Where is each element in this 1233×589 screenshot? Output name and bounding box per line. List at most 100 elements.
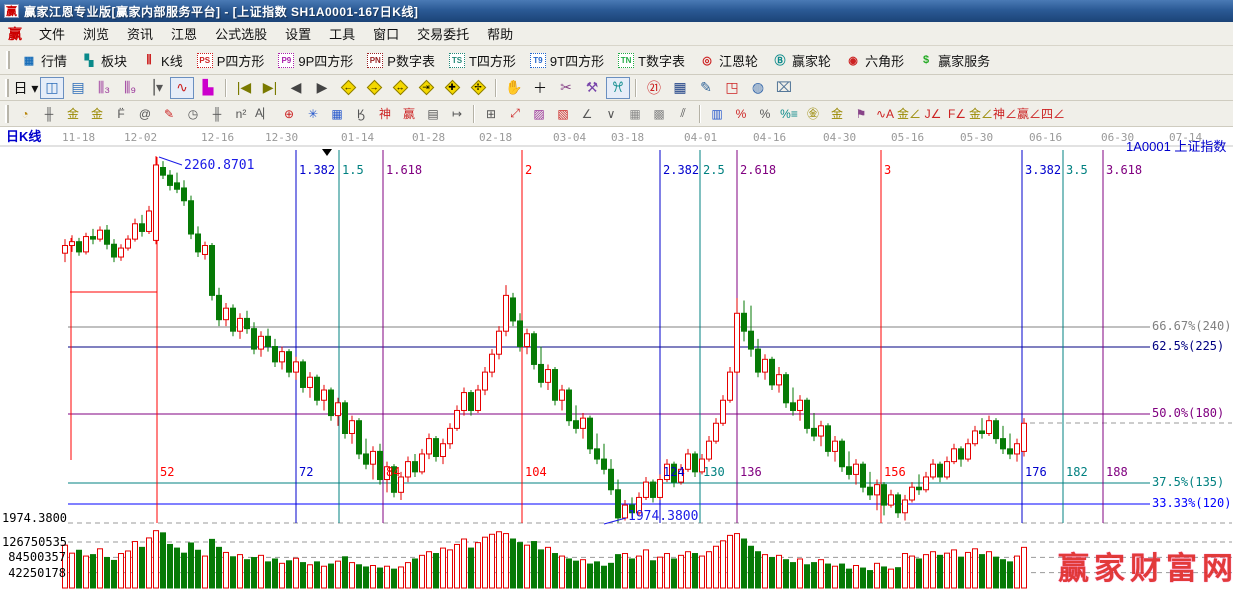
toolbar-button-pct-plain[interactable]: % [754,104,776,124]
toolbar-button-pin-box[interactable]: ⊞ [480,104,502,124]
toolbar-button-workstation[interactable]: ⌧ [772,77,796,99]
toolbar-button-expand-horizontal[interactable]: ↔ [388,77,412,99]
toolbar-button-notes[interactable]: ✎ [694,77,718,99]
toolbar-button-zoom-in-cross[interactable]: ✚ [440,77,464,99]
toolbar-button-gold-angle-1[interactable]: 金∠ [898,104,920,124]
toolbar-button-fence-1[interactable]: ╫ [38,104,60,124]
toolbar-button-next-bar[interactable]: ▶ [310,77,334,99]
toolbar-button-hexagon[interactable]: ◉六角形 [838,49,911,72]
toolbar-button-red-fan[interactable]: ⤢ [504,104,526,124]
candlestick-chart[interactable] [0,127,1233,589]
toolbar-button-pct-red[interactable]: % [730,104,752,124]
toolbar-button-blue-star[interactable]: ✳ [302,104,324,124]
toolbar-button-save[interactable]: ◳ [720,77,744,99]
toolbar-button-candle-style-dropdown[interactable]: ⎥▾ [144,77,168,99]
toolbar-button-red-target[interactable]: ⊕ [278,104,300,124]
toolbar-button-prev-bar[interactable]: ◀ [284,77,308,99]
toolbar-button-time-clock[interactable]: ◷ [182,104,204,124]
kline-chart-area[interactable]: 赢家财富网 11-1812-0212-1612-3001-1401-2802-1… [0,127,1233,589]
toolbar-button-pct-levels[interactable]: %≡ [778,104,800,124]
toolbar-button-9t-square[interactable]: T99T四方形 [523,49,611,72]
toolbar-button-zigzag-tool[interactable]: ∿ [170,77,194,99]
toolbar-button-k-quote[interactable]: Ӄ [350,104,372,124]
toolbar-grip[interactable] [6,51,10,69]
toolbar-button-gold-levels[interactable]: 金 [826,104,848,124]
toolbar-button-spiral[interactable]: @ [134,104,156,124]
toolbar-button-crosshair[interactable]: ＋ [528,77,552,99]
toolbar-button-grid-b[interactable]: ▩ [648,104,670,124]
window-menu-icon[interactable]: 赢 [4,24,30,44]
toolbar-button-span-arrows[interactable]: ↦ [446,104,468,124]
toolbar-button-gold-circle[interactable]: ㊎ [802,104,824,124]
toolbar-button-bars-9[interactable]: ⫼₉ [118,77,142,99]
toolbar-button-shen-tool[interactable]: 神 [374,104,396,124]
toolbar-button-a-line[interactable]: A⎸ [254,104,276,124]
toolbar-button-si-angle[interactable]: 四∠ [1042,104,1064,124]
toolbar-button-ying-angle[interactable]: 赢∠ [1018,104,1040,124]
toolbar-button-flag-pen[interactable]: ⚑ [850,104,872,124]
toolbar-button-p-square[interactable]: PSP四方形 [190,49,272,72]
toolbar-button-last-bar[interactable]: ▶| [258,77,282,99]
toolbar-button-gold-angle-2[interactable]: 金∠ [970,104,992,124]
toolbar-button-t-square[interactable]: TST四方形 [442,49,523,72]
toolbar-button-drawing-kit[interactable]: ⚒ [580,77,604,99]
menu-item-1[interactable]: 文件 [30,22,74,45]
toolbar-button-9p-square[interactable]: P99P四方形 [271,49,360,72]
toolbar-grip[interactable] [5,79,9,97]
toolbar-button-calculator[interactable]: ▦ [668,77,692,99]
toolbar-button-info-panel[interactable]: ▤ [66,77,90,99]
toolbar-button-f-fence[interactable]: F̈ [110,104,132,124]
toolbar-button-angle-lines[interactable]: ∠ [576,104,598,124]
menu-item-6[interactable]: 设置 [276,22,320,45]
toolbar-button-shift-left[interactable]: ← [336,77,360,99]
toolbar-button-zoom-out-cross[interactable]: ✢ [466,77,490,99]
toolbar-button-calendar[interactable]: ㉑ [642,77,666,99]
toolbar-button-quotes[interactable]: ▦行情 [14,49,74,72]
toolbar-button-ruler-123[interactable]: ▤ [422,104,444,124]
toolbar-button-v-lines[interactable]: ∨ [600,104,622,124]
toolbar-button-blue-grid[interactable]: ▦ [326,104,348,124]
toolbar-button-shen-angle[interactable]: 神∠ [994,104,1016,124]
toolbar-button-hand-drag[interactable]: ✋ [502,77,526,99]
toolbar-button-compress-horizontal[interactable]: ⇥ [414,77,438,99]
toolbar-button-gold-fence-2[interactable]: 金 [86,104,108,124]
toolbar-button-scale-bars[interactable]: ▥ [706,104,728,124]
toolbar-button-analysis-brain[interactable]: ꕮ [606,77,630,99]
toolbar-button-fence-2[interactable]: ╫ [206,104,228,124]
menu-item-4[interactable]: 江恩 [162,22,206,45]
toolbar-button-bars-3[interactable]: ⫼₃ [92,77,116,99]
toolbar-button-red-box[interactable]: ▧ [552,104,574,124]
toolbar-button-winner-service[interactable]: $赢家服务 [911,49,997,72]
menu-item-9[interactable]: 交易委托 [408,22,478,45]
menu-item-7[interactable]: 工具 [320,22,364,45]
toolbar-button-color-histogram[interactable]: ▙ [196,77,220,99]
toolbar-button-hatch[interactable]: ⫽ [672,104,694,124]
toolbar-button-purple-box[interactable]: ▨ [528,104,550,124]
menu-item-3[interactable]: 资讯 [118,22,162,45]
toolbar-grip[interactable] [5,105,9,123]
toolbar-button-network-data[interactable]: ◍ [746,77,770,99]
toolbar-button-t-number-table[interactable]: TNT数字表 [611,49,692,72]
toolbar-button-grid-a[interactable]: ▦ [624,104,646,124]
toolbar-button-winner-wheel[interactable]: Ⓑ赢家轮 [765,49,838,72]
toolbar-button-gold-fence-1[interactable]: 金 [62,104,84,124]
toolbar-button-p-number-table[interactable]: PNP数字表 [360,49,442,72]
menu-item-5[interactable]: 公式选股 [206,22,276,45]
toolbar-button-gann-wheel[interactable]: ◎江恩轮 [692,49,765,72]
toolbar-button-j-angle[interactable]: J∠ [922,104,944,124]
toolbar-button-measure[interactable]: ✂ [554,77,578,99]
toolbar-button-compass[interactable]: ◔ [14,104,36,124]
toolbar-button-first-bar[interactable]: |◀ [232,77,256,99]
toolbar-button-overlay-lines[interactable]: ◫ [40,77,64,99]
toolbar-button-n-squared[interactable]: n² [230,104,252,124]
toolbar-button-ying-tool[interactable]: 赢 [398,104,420,124]
menu-item-10[interactable]: 帮助 [478,22,522,45]
menu-item-2[interactable]: 浏览 [74,22,118,45]
toolbar-button-period-day-dropdown[interactable]: 日 ▾ [14,77,38,99]
toolbar-button-kline[interactable]: ⫼K线 [134,49,190,72]
toolbar-button-shift-right[interactable]: → [362,77,386,99]
toolbar-button-wave-a[interactable]: ∿A [874,104,896,124]
toolbar-button-sectors[interactable]: ▚板块 [74,49,134,72]
menu-item-8[interactable]: 窗口 [364,22,408,45]
toolbar-button-red-pen[interactable]: ✎ [158,104,180,124]
